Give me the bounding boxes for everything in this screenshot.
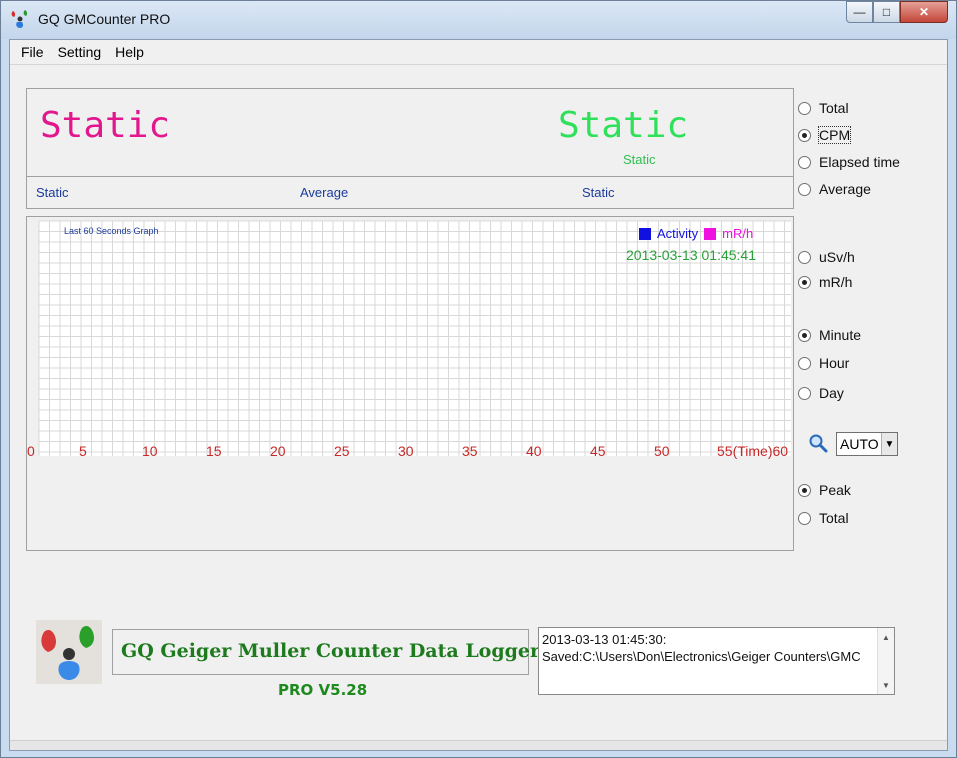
status-strip bbox=[10, 740, 947, 750]
radio-indicator bbox=[798, 511, 811, 525]
radio-label: Hour bbox=[819, 355, 850, 371]
minimize-button[interactable]: — bbox=[846, 1, 873, 23]
panel-divider bbox=[27, 176, 793, 177]
radio-indicator bbox=[798, 155, 811, 169]
stat-label-right: Static bbox=[582, 185, 615, 200]
secondary-reading-unit: Static bbox=[623, 152, 656, 167]
radio-label: Average bbox=[819, 181, 871, 197]
log-line: 2013-03-13 01:45:30: bbox=[542, 632, 667, 647]
graph-grid bbox=[38, 220, 791, 456]
radio-label: Peak bbox=[819, 482, 851, 498]
radio-day[interactable]: Day bbox=[798, 385, 844, 401]
radio-usvh[interactable]: uSv/h bbox=[798, 249, 855, 265]
reading-panel: Static Static Static Static Average Stat… bbox=[26, 88, 794, 209]
radio-indicator bbox=[798, 328, 811, 342]
graph-title: Last 60 Seconds Graph bbox=[64, 226, 159, 236]
x-tick-label: 30 bbox=[398, 443, 414, 459]
window-controls: — □ ✕ bbox=[846, 1, 948, 23]
radio-label: CPM bbox=[817, 126, 852, 144]
brand-panel: GQ Geiger Muller Counter Data Logger bbox=[112, 629, 540, 675]
x-tick-label: 55(Time)60 bbox=[717, 443, 789, 459]
app-window: GQ GMCounter PRO — □ ✕ File Setting Help… bbox=[0, 0, 957, 758]
close-button[interactable]: ✕ bbox=[900, 1, 948, 23]
primary-reading: Static bbox=[40, 105, 171, 146]
radio-label: Total bbox=[819, 510, 849, 526]
x-tick-label: 5 bbox=[79, 443, 87, 459]
radio-label: mR/h bbox=[819, 274, 853, 290]
radio-total[interactable]: Total bbox=[798, 100, 849, 116]
radio-indicator bbox=[798, 483, 811, 497]
radio-label: Day bbox=[819, 385, 844, 401]
window-title: GQ GMCounter PRO bbox=[38, 11, 171, 27]
x-tick-label: 40 bbox=[526, 443, 542, 459]
title-bar[interactable]: GQ GMCounter PRO — □ ✕ bbox=[1, 1, 956, 39]
radio-indicator bbox=[798, 250, 811, 264]
radio-mrh[interactable]: mR/h bbox=[798, 274, 852, 290]
stat-label-left: Static bbox=[36, 185, 69, 200]
radio-indicator bbox=[798, 101, 811, 115]
magnifier-icon[interactable] bbox=[808, 433, 828, 453]
scale-select[interactable]: AUTO ▼ bbox=[836, 432, 898, 456]
minimize-icon: — bbox=[853, 5, 866, 19]
x-tick-label: 15 bbox=[206, 443, 222, 459]
legend-mrh-swatch bbox=[704, 227, 717, 240]
radio-label: Elapsed time bbox=[819, 154, 900, 170]
radio-total-graph[interactable]: Total bbox=[798, 510, 849, 526]
secondary-reading: Static bbox=[558, 105, 689, 146]
radio-hour[interactable]: Hour bbox=[798, 355, 849, 371]
x-tick-label: 25 bbox=[334, 443, 350, 459]
radio-cpm[interactable]: CPM bbox=[798, 126, 852, 144]
radio-label: uSv/h bbox=[819, 249, 855, 265]
maximize-icon: □ bbox=[882, 5, 891, 19]
gq-logo-icon bbox=[36, 620, 102, 684]
radio-minute[interactable]: Minute bbox=[798, 327, 861, 343]
app-logo-icon bbox=[11, 10, 28, 28]
scale-select-value: AUTO bbox=[840, 436, 879, 452]
x-tick-label: 10 bbox=[142, 443, 158, 459]
scroll-up-icon[interactable]: ▲ bbox=[878, 630, 894, 644]
close-icon: ✕ bbox=[918, 5, 930, 19]
graph-panel: Last 60 Seconds Graph Activity mR/h 2013… bbox=[26, 216, 794, 551]
menu-setting[interactable]: Setting bbox=[51, 44, 109, 60]
menu-bar: File Setting Help bbox=[10, 40, 947, 65]
client-area: File Setting Help Static Static Static S… bbox=[9, 39, 948, 751]
legend-mrh-label: mR/h bbox=[722, 226, 754, 241]
radio-indicator bbox=[798, 356, 811, 370]
log-line: Saved:C:\Users\Don\Electronics\Geiger Co… bbox=[542, 649, 861, 664]
radio-indicator bbox=[798, 275, 811, 289]
radio-indicator bbox=[798, 386, 811, 400]
radio-label: Total bbox=[819, 100, 849, 116]
radio-elapsed-time[interactable]: Elapsed time bbox=[798, 154, 900, 170]
radio-peak[interactable]: Peak bbox=[798, 482, 851, 498]
maximize-button[interactable]: □ bbox=[873, 1, 900, 23]
menu-help[interactable]: Help bbox=[108, 44, 151, 60]
log-text: 2013-03-13 01:45:30: Saved:C:\Users\Don\… bbox=[542, 631, 876, 665]
x-tick-label: 20 bbox=[270, 443, 286, 459]
graph-timestamp: 2013-03-13 01:45:41 bbox=[626, 247, 756, 263]
legend-activity-swatch bbox=[639, 227, 651, 240]
menu-file[interactable]: File bbox=[14, 44, 51, 60]
x-tick-label: 35 bbox=[462, 443, 478, 459]
scroll-down-icon[interactable]: ▼ bbox=[878, 678, 894, 692]
chevron-down-icon[interactable]: ▼ bbox=[881, 433, 897, 455]
log-textarea[interactable]: 2013-03-13 01:45:30: Saved:C:\Users\Don\… bbox=[538, 627, 895, 695]
log-scrollbar[interactable]: ▲ ▼ bbox=[877, 628, 894, 694]
version-label: PRO V5.28 bbox=[278, 681, 368, 699]
x-tick-label: 0 bbox=[27, 443, 35, 459]
graph-legend: Activity mR/h bbox=[639, 226, 759, 241]
x-tick-label: 45 bbox=[590, 443, 606, 459]
radio-label: Minute bbox=[819, 327, 862, 343]
radio-indicator bbox=[798, 128, 811, 142]
radio-average[interactable]: Average bbox=[798, 181, 871, 197]
stat-label-average: Average bbox=[300, 185, 349, 200]
brand-title: GQ Geiger Muller Counter Data Logger bbox=[121, 640, 541, 662]
x-tick-label: 50 bbox=[654, 443, 670, 459]
legend-activity-label: Activity bbox=[657, 226, 699, 241]
radio-indicator bbox=[798, 182, 811, 196]
